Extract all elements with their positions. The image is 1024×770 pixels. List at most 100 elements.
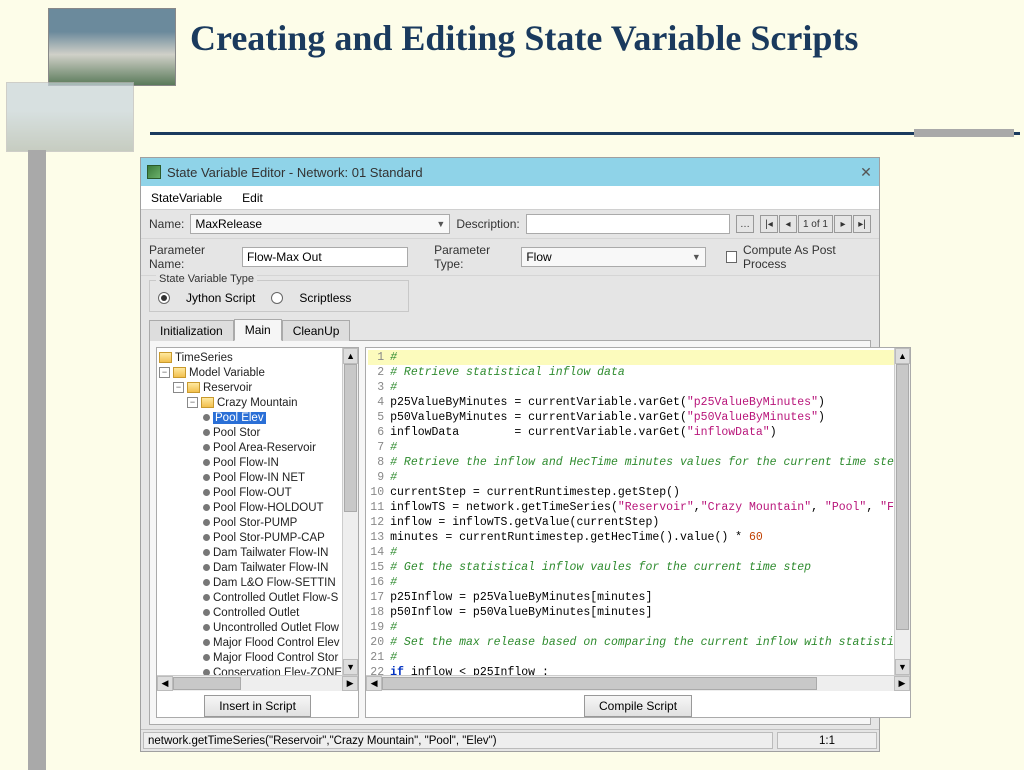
- toolbar-param-row: Parameter Name: Parameter Type: Flow ▼ C…: [141, 239, 879, 276]
- code-line[interactable]: 15# Get the statistical inflow vaules fo…: [368, 560, 894, 575]
- tab-initialization[interactable]: Initialization: [149, 320, 234, 341]
- tree-item[interactable]: Pool Area-Reservoir: [159, 440, 342, 455]
- param-type-combo[interactable]: Flow ▼: [521, 247, 705, 267]
- code-hscrollbar[interactable]: ◀ ▶: [366, 675, 910, 691]
- line-number: 2: [368, 365, 390, 380]
- line-number: 16: [368, 575, 390, 590]
- tree-item[interactable]: Model Variable: [159, 365, 342, 380]
- nav-prev-button[interactable]: ◂: [779, 215, 797, 233]
- tree-item[interactable]: Pool Flow-OUT: [159, 485, 342, 500]
- tree-item[interactable]: Controlled Outlet Flow-S: [159, 590, 342, 605]
- nav-first-button[interactable]: |◂: [760, 215, 778, 233]
- tree-item[interactable]: Dam Tailwater Flow-IN: [159, 560, 342, 575]
- scroll-left-icon[interactable]: ◀: [157, 676, 173, 691]
- code-line[interactable]: 7#: [368, 440, 894, 455]
- description-input[interactable]: [526, 214, 730, 234]
- code-line[interactable]: 1#: [368, 350, 894, 365]
- code-line[interactable]: 13minutes = currentRuntimestep.getHecTim…: [368, 530, 894, 545]
- bullet-icon: [203, 624, 210, 631]
- code-line[interactable]: 6inflowData = currentVariable.varGet("in…: [368, 425, 894, 440]
- tree-item[interactable]: Reservoir: [159, 380, 342, 395]
- tree-item[interactable]: Pool Stor-PUMP-CAP: [159, 530, 342, 545]
- tree-item[interactable]: Dam Tailwater Flow-IN: [159, 545, 342, 560]
- code-line[interactable]: 19#: [368, 620, 894, 635]
- scroll-thumb[interactable]: [344, 364, 357, 512]
- collapse-icon[interactable]: [159, 367, 170, 378]
- folder-icon: [159, 352, 172, 363]
- code-line[interactable]: 8# Retrieve the inflow and HecTime minut…: [368, 455, 894, 470]
- tree-hscrollbar[interactable]: ◀ ▶: [157, 675, 358, 691]
- menu-edit[interactable]: Edit: [238, 189, 267, 207]
- code-line[interactable]: 4p25ValueByMinutes = currentVariable.var…: [368, 395, 894, 410]
- menu-state-variable[interactable]: StateVariable: [147, 189, 226, 207]
- code-vscrollbar[interactable]: ▲ ▼: [894, 348, 910, 675]
- code-line[interactable]: 10currentStep = currentRuntimestep.getSt…: [368, 485, 894, 500]
- tree-item[interactable]: Uncontrolled Outlet Flow: [159, 620, 342, 635]
- tree-item[interactable]: Pool Stor-PUMP: [159, 515, 342, 530]
- slide-title: Creating and Editing State Variable Scri…: [190, 15, 858, 62]
- code-line[interactable]: 22if inflow < p25Inflow :: [368, 665, 894, 675]
- code-line[interactable]: 5p50ValueByMinutes = currentVariable.var…: [368, 410, 894, 425]
- tree[interactable]: TimeSeriesModel VariableReservoirCrazy M…: [157, 348, 342, 675]
- tree-item[interactable]: Pool Stor: [159, 425, 342, 440]
- tab-main[interactable]: Main: [234, 319, 282, 341]
- tab-cleanup[interactable]: CleanUp: [282, 320, 351, 341]
- scroll-down-icon[interactable]: ▼: [343, 659, 358, 675]
- tree-item[interactable]: Pool Flow-IN NET: [159, 470, 342, 485]
- insert-in-script-button[interactable]: Insert in Script: [204, 695, 311, 717]
- code-line[interactable]: 2# Retrieve statistical inflow data: [368, 365, 894, 380]
- tree-item[interactable]: TimeSeries: [159, 350, 342, 365]
- close-icon[interactable]: ✕: [859, 165, 873, 179]
- nav-last-button[interactable]: ▸|: [853, 215, 871, 233]
- description-browse-button[interactable]: …: [736, 215, 754, 233]
- tree-item[interactable]: Pool Elev: [159, 410, 342, 425]
- scroll-left-icon[interactable]: ◀: [366, 676, 382, 691]
- code-line[interactable]: 14#: [368, 545, 894, 560]
- code-editor[interactable]: 1#2# Retrieve statistical inflow data3#4…: [366, 348, 894, 675]
- code-line[interactable]: 9#: [368, 470, 894, 485]
- code-line[interactable]: 21#: [368, 650, 894, 665]
- tree-item[interactable]: Major Flood Control Elev: [159, 635, 342, 650]
- scroll-thumb[interactable]: [382, 677, 817, 690]
- titlebar[interactable]: State Variable Editor - Network: 01 Stan…: [141, 158, 879, 186]
- bullet-icon: [203, 429, 210, 436]
- tree-item[interactable]: Crazy Mountain: [159, 395, 342, 410]
- scroll-thumb[interactable]: [173, 677, 241, 690]
- tree-vscrollbar[interactable]: ▲ ▼: [342, 348, 358, 675]
- param-name-input[interactable]: [242, 247, 408, 267]
- code-line[interactable]: 17p25Inflow = p25ValueByMinutes[minutes]: [368, 590, 894, 605]
- line-number: 10: [368, 485, 390, 500]
- scroll-up-icon[interactable]: ▲: [343, 348, 358, 364]
- bullet-icon: [203, 669, 210, 675]
- code-line[interactable]: 20# Set the max release based on compari…: [368, 635, 894, 650]
- scroll-down-icon[interactable]: ▼: [895, 659, 910, 675]
- tree-item[interactable]: Conservation Elev-ZONE: [159, 665, 342, 675]
- name-combo[interactable]: MaxRelease ▼: [190, 214, 450, 234]
- tree-item[interactable]: Controlled Outlet: [159, 605, 342, 620]
- nav-next-button[interactable]: ▸: [834, 215, 852, 233]
- line-number: 7: [368, 440, 390, 455]
- code-line[interactable]: 11inflowTS = network.getTimeSeries("Rese…: [368, 500, 894, 515]
- tree-pane: TimeSeriesModel VariableReservoirCrazy M…: [156, 347, 359, 718]
- scroll-right-icon[interactable]: ▶: [894, 676, 910, 691]
- code-text: #: [390, 650, 397, 665]
- code-line[interactable]: 12inflow = inflowTS.getValue(currentStep…: [368, 515, 894, 530]
- compile-script-button[interactable]: Compile Script: [584, 695, 692, 717]
- tree-item[interactable]: Pool Flow-IN: [159, 455, 342, 470]
- tree-item[interactable]: Major Flood Control Stor: [159, 650, 342, 665]
- scroll-up-icon[interactable]: ▲: [895, 348, 910, 364]
- scroll-right-icon[interactable]: ▶: [342, 676, 358, 691]
- tree-item[interactable]: Dam L&O Flow-SETTIN: [159, 575, 342, 590]
- code-line[interactable]: 18p50Inflow = p50ValueByMinutes[minutes]: [368, 605, 894, 620]
- collapse-icon[interactable]: [187, 397, 198, 408]
- tree-item[interactable]: Pool Flow-HOLDOUT: [159, 500, 342, 515]
- code-line[interactable]: 16#: [368, 575, 894, 590]
- collapse-icon[interactable]: [173, 382, 184, 393]
- tree-item-label: Pool Stor: [213, 427, 260, 439]
- code-line[interactable]: 3#: [368, 380, 894, 395]
- compute-post-checkbox[interactable]: [726, 251, 737, 263]
- scroll-thumb[interactable]: [896, 364, 909, 630]
- radio-scriptless[interactable]: [271, 292, 283, 304]
- line-number: 4: [368, 395, 390, 410]
- radio-jython[interactable]: [158, 292, 170, 304]
